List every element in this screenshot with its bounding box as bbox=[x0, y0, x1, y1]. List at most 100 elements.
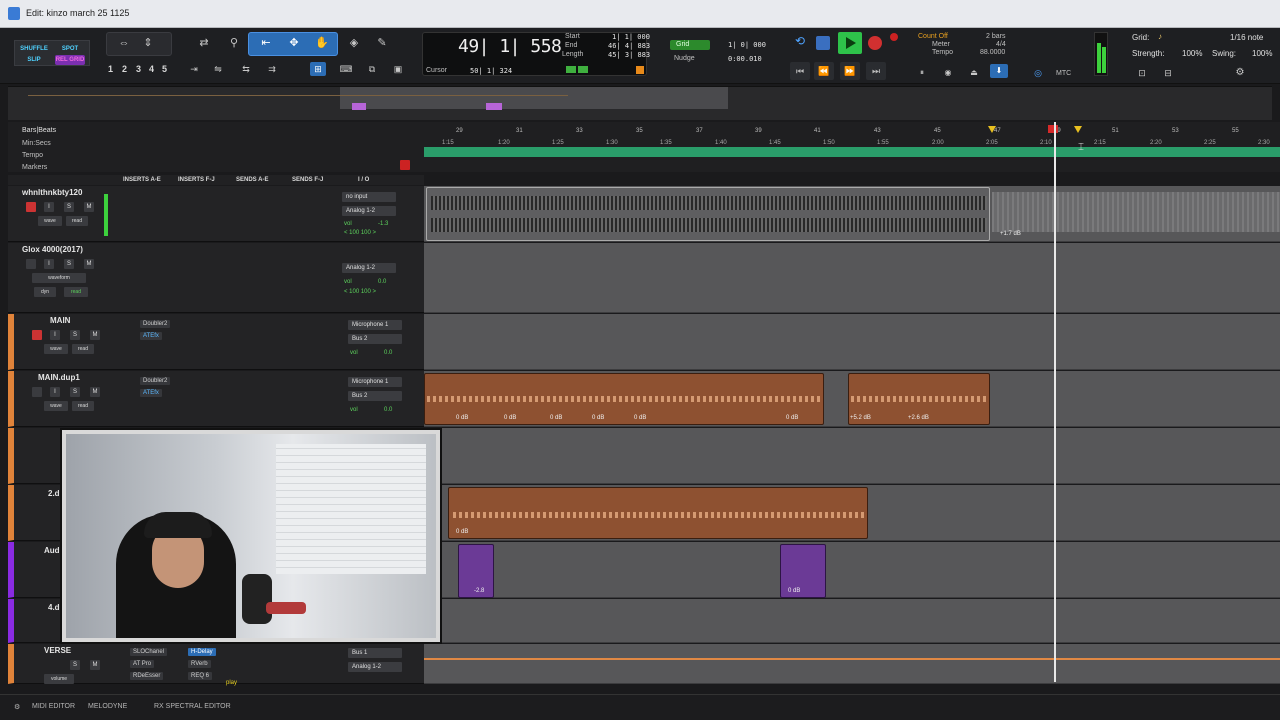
view-selector[interactable]: wave bbox=[44, 344, 68, 354]
quantize-icon[interactable]: ⊡ bbox=[1134, 66, 1150, 80]
zoom-vertical-icon[interactable]: ⇕ bbox=[140, 36, 156, 50]
output-selector[interactable]: Analog 1-2 bbox=[348, 662, 402, 672]
selection-start-marker[interactable] bbox=[988, 126, 996, 133]
start-value[interactable]: 1| 1| 000 bbox=[612, 33, 650, 41]
solo-button[interactable]: S bbox=[70, 387, 80, 397]
nudge-value[interactable]: 0:00.010 bbox=[728, 55, 762, 63]
slip-mode-button[interactable]: SLIP bbox=[19, 55, 49, 65]
volume-value[interactable]: 0.0 bbox=[378, 279, 386, 285]
rewind-icon[interactable]: ⏪ bbox=[814, 62, 834, 80]
lane-whnlthnkbty120[interactable]: +1.7 dB bbox=[424, 186, 1280, 242]
insert-slot-a[interactable]: Doubler2 bbox=[140, 320, 171, 328]
ruler-bars-beats[interactable]: Bars|Beats bbox=[22, 127, 56, 134]
automation-mode[interactable]: read bbox=[72, 344, 94, 354]
main-counter[interactable]: 49| 1| 558 bbox=[458, 36, 562, 57]
record-arm-button[interactable] bbox=[26, 202, 36, 212]
zoom-horizontal-icon[interactable]: ⇔ bbox=[116, 36, 132, 50]
volume-value[interactable]: -1.3 bbox=[378, 221, 388, 227]
lane-1[interactable] bbox=[424, 428, 1280, 484]
mute-button[interactable]: M bbox=[84, 202, 94, 212]
volume-value[interactable]: 0.0 bbox=[384, 350, 392, 356]
session-overview[interactable] bbox=[8, 86, 1272, 120]
track-main-dup1[interactable]: MAIN.dup1 I S M wave read Doubler2 ATEfx… bbox=[8, 371, 424, 427]
automation-mode[interactable]: read bbox=[64, 287, 88, 297]
track-name[interactable]: Glox 4000(2017) bbox=[22, 245, 83, 254]
input-selector[interactable]: Bus 1 bbox=[348, 648, 402, 658]
midi-merge-icon[interactable]: ⏸ bbox=[914, 66, 930, 80]
zoom-preset-1[interactable]: 1 bbox=[108, 64, 113, 74]
count-off-label[interactable]: Count Off bbox=[918, 33, 948, 40]
loop-playback-icon[interactable]: ⟲ bbox=[790, 34, 810, 52]
insert-slot-h[interactable]: REQ 6 bbox=[188, 672, 213, 680]
link-track-icon[interactable]: ⇆ bbox=[238, 62, 254, 76]
view-selector[interactable]: wave bbox=[44, 401, 68, 411]
play-button[interactable] bbox=[838, 32, 862, 54]
dyn-selector[interactable]: dyn bbox=[34, 287, 56, 297]
ruler-tempo[interactable]: Tempo bbox=[22, 152, 43, 159]
input-selector[interactable]: Microphone 1 bbox=[348, 320, 402, 330]
overview-visible-range[interactable] bbox=[340, 87, 728, 109]
meter-value[interactable]: 4/4 bbox=[996, 41, 1006, 48]
lane-4-dup[interactable] bbox=[424, 599, 1280, 643]
track-main[interactable]: MAIN I S M wave read Doubler2 ATEfx Micr… bbox=[8, 314, 424, 370]
audio-clip[interactable] bbox=[448, 487, 868, 539]
record-arm-button[interactable] bbox=[32, 387, 42, 397]
wait-for-note-icon[interactable]: ◉ bbox=[940, 66, 956, 80]
track-whnlthnkbty120[interactable]: whnlthnkbty120 I S M wave read no input … bbox=[8, 186, 424, 242]
input-monitor-button[interactable]: I bbox=[44, 202, 54, 212]
track-name[interactable]: MAIN.dup1 bbox=[38, 373, 80, 382]
link-timeline-icon[interactable]: ⧉ bbox=[364, 62, 380, 76]
insert-slot-g[interactable]: RVerb bbox=[188, 660, 211, 668]
pan-value[interactable]: < 100 100 > bbox=[344, 230, 376, 236]
insert-slot-b[interactable]: ATEfx bbox=[140, 332, 162, 340]
pencil-tool-icon[interactable]: ✎ bbox=[374, 36, 390, 50]
grid-snap-icon[interactable]: ⊞ bbox=[310, 62, 326, 76]
zoom-in-out-icon[interactable]: ⇄ bbox=[196, 36, 212, 50]
solo-button[interactable]: S bbox=[64, 259, 74, 269]
automation-mode[interactable]: play bbox=[226, 680, 237, 686]
output-selector[interactable]: Analog 1-2 bbox=[342, 206, 396, 216]
track-name[interactable]: whnlthnkbty120 bbox=[22, 188, 82, 197]
ruler-markers[interactable]: Markers bbox=[22, 164, 47, 171]
solo-button[interactable]: S bbox=[64, 202, 74, 212]
pan-value[interactable]: < 100 100 > bbox=[344, 289, 376, 295]
mute-button[interactable]: M bbox=[90, 387, 100, 397]
settings-icon[interactable]: ⚙ bbox=[14, 703, 20, 711]
end-value[interactable]: 46| 4| 883 bbox=[608, 42, 650, 50]
zoom-preset-2[interactable]: 2 bbox=[122, 64, 127, 74]
insert-slot-a[interactable]: SLOChanel bbox=[130, 648, 168, 656]
tempo-ruler-bar[interactable] bbox=[424, 147, 1280, 157]
lane-main-dup1[interactable]: 0 dB 0 dB 0 dB 0 dB 0 dB 0 dB +5.2 dB +2… bbox=[424, 371, 1280, 427]
input-monitor-button[interactable]: I bbox=[50, 387, 60, 397]
record-arm-button[interactable] bbox=[26, 259, 36, 269]
track-name[interactable]: VERSE bbox=[44, 646, 71, 655]
fast-forward-icon[interactable]: ⏩ bbox=[840, 62, 860, 80]
record-arm-button[interactable] bbox=[32, 330, 42, 340]
metronome-icon[interactable]: ⏏ bbox=[966, 66, 982, 80]
tempo-value[interactable]: 88.0000 bbox=[980, 49, 1005, 56]
pre-roll-indicator[interactable] bbox=[566, 66, 576, 73]
keyboard-focus-icon[interactable]: ⌨ bbox=[338, 62, 354, 76]
grid-note-value[interactable]: 1/16 note bbox=[1230, 33, 1263, 42]
zoomer-tool-icon[interactable]: ⚲ bbox=[226, 36, 242, 50]
online-icon[interactable]: ◎ bbox=[1030, 66, 1046, 80]
output-selector[interactable]: Analog 1-2 bbox=[342, 263, 396, 273]
record-button[interactable] bbox=[868, 36, 882, 50]
solo-button[interactable]: S bbox=[70, 660, 80, 670]
input-monitor-button[interactable]: I bbox=[50, 330, 60, 340]
track-verse[interactable]: VERSE S M volume SLOChanel AT Pro RDeEss… bbox=[8, 644, 424, 686]
swing-value[interactable]: 100% bbox=[1252, 49, 1272, 58]
output-selector[interactable]: Bus 2 bbox=[348, 391, 402, 401]
zoom-preset-3[interactable]: 3 bbox=[136, 64, 141, 74]
lane-main[interactable] bbox=[424, 314, 1280, 370]
audio-clip-2[interactable] bbox=[780, 544, 826, 598]
rx-spectral-editor-tab[interactable]: RX SPECTRAL EDITOR bbox=[154, 703, 231, 710]
ruler-min-secs[interactable]: Min:Secs bbox=[22, 140, 51, 147]
input-selector[interactable]: no input bbox=[342, 192, 396, 202]
view-selector[interactable]: waveform bbox=[32, 273, 86, 283]
conductor-icon[interactable]: ⬇ bbox=[990, 64, 1008, 78]
grid-value[interactable]: 1| 0| 000 bbox=[728, 41, 766, 49]
selector-tool-icon[interactable]: ✥ bbox=[286, 36, 302, 50]
scrubber-tool-icon[interactable]: ◈ bbox=[346, 36, 362, 50]
post-roll-indicator[interactable] bbox=[578, 66, 588, 73]
